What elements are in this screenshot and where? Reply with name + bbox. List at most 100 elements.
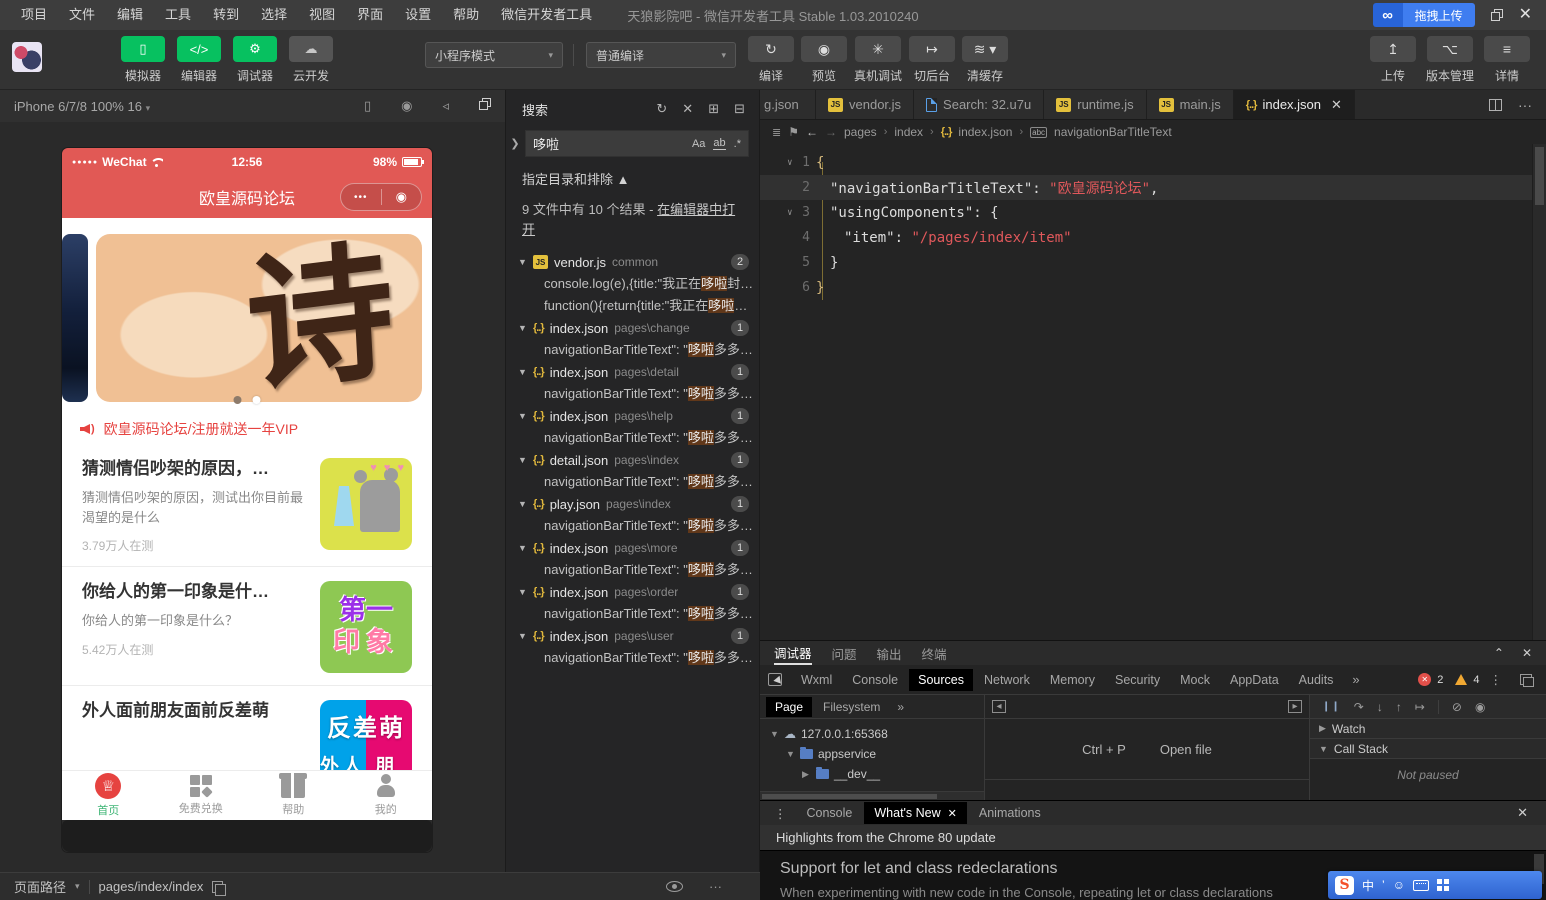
collapse-icon[interactable]: ⊟ xyxy=(734,101,745,117)
search-match-line[interactable]: navigationBarTitleText": "哆啦多多… xyxy=(506,339,759,361)
devtools-tab-network[interactable]: Network xyxy=(975,669,1039,691)
action-button-preview[interactable]: ◉ 预览 xyxy=(801,36,847,84)
debugger-tab[interactable]: 调试器 xyxy=(774,641,812,665)
editor-tab[interactable]: Search: 32.u7u xyxy=(914,90,1045,119)
search-result-file[interactable]: ▼ {..} index.json pages\detail 1 xyxy=(506,361,759,383)
record-icon[interactable]: ◉ xyxy=(401,98,412,114)
fold-icon[interactable]: ∨ xyxy=(787,158,797,168)
action-button-clear-cache[interactable]: ≋ ▾ 清缓存 xyxy=(962,36,1009,84)
sogou-logo-icon[interactable]: S xyxy=(1335,875,1354,895)
collapse-panel-icon[interactable]: ⌃ xyxy=(1494,646,1504,660)
sources-tab-filesystem[interactable]: Filesystem xyxy=(814,697,889,717)
more-icon[interactable]: ··· xyxy=(709,879,722,894)
banner-carousel[interactable]: 诗 xyxy=(62,218,432,414)
tree-item[interactable]: ▶ __dev__ xyxy=(760,764,984,784)
expand-replace-icon[interactable]: ❯ xyxy=(508,137,522,150)
forward-icon[interactable]: → xyxy=(825,125,837,139)
search-input[interactable]: 哆啦 Aa ab .* xyxy=(525,130,749,157)
editor-more-icon[interactable]: ··· xyxy=(1518,97,1532,113)
close-panel-icon[interactable]: ✕ xyxy=(1522,646,1532,660)
window-close-icon[interactable]: ✕ xyxy=(1519,7,1532,23)
menu-item[interactable]: 选择 xyxy=(250,0,298,30)
drawer-tab[interactable]: What's New ✕ xyxy=(864,802,967,824)
devtools-tab-console[interactable]: Console xyxy=(843,669,907,691)
test-card[interactable]: 你给人的第一印象是什… 你给人的第一印象是什么？ 5.42万人在测 第一 印象 xyxy=(62,567,432,685)
debugger-tab[interactable]: 问题 xyxy=(832,641,857,665)
ime-punctuation-icon[interactable]: ’ xyxy=(1382,878,1385,892)
open-file-label[interactable]: Open file xyxy=(1160,742,1212,757)
notice-bar[interactable]: ) 欧皇源码论坛/注册就送一年VIP xyxy=(62,414,432,444)
pane-left-icon[interactable]: ◂ xyxy=(992,700,1006,713)
editor-tab[interactable]: JS vendor.js xyxy=(816,90,915,119)
debugger-tab[interactable]: 终端 xyxy=(922,641,947,665)
step-icon[interactable]: ↦ xyxy=(1415,700,1425,714)
search-match-line[interactable]: navigationBarTitleText": "哆啦多多… xyxy=(506,647,759,669)
devtools-tab-security[interactable]: Security xyxy=(1106,669,1169,691)
menu-item[interactable]: 微信开发者工具 xyxy=(490,0,603,30)
device-selector[interactable]: iPhone 6/7/8 100% 16 ▾ xyxy=(14,99,150,114)
search-match-line[interactable]: navigationBarTitleText": "哆啦多多… xyxy=(506,471,759,493)
pause-on-exceptions-icon[interactable]: ◉ xyxy=(1475,700,1485,714)
banner-slide[interactable]: 诗 xyxy=(96,234,422,402)
open-in-editor-icon[interactable]: ⊞ xyxy=(708,101,719,117)
copy-path-icon[interactable] xyxy=(212,880,227,896)
sources-tab-page[interactable]: Page xyxy=(766,696,813,717)
menu-item[interactable]: 文件 xyxy=(58,0,106,30)
editor-tab[interactable]: JS runtime.js xyxy=(1044,90,1147,119)
devtools-tab-sources[interactable]: Sources xyxy=(909,668,973,691)
tab-item-free-exchange[interactable]: 免费兑换 xyxy=(155,771,248,820)
search-match-line[interactable]: navigationBarTitleText": "哆啦多多… xyxy=(506,559,759,581)
editor-scrollbar[interactable] xyxy=(1532,144,1546,640)
rotate-device-icon[interactable]: ▯ xyxy=(364,98,371,114)
sources-more-tabs-icon[interactable]: » xyxy=(891,700,910,714)
pause-icon[interactable]: ❙❙ xyxy=(1322,701,1341,712)
search-result-file[interactable]: ▼ {..} index.json pages\change 1 xyxy=(506,317,759,339)
undock-icon[interactable] xyxy=(1520,674,1534,687)
capsule-menu[interactable]: ••• ◉ xyxy=(340,183,422,211)
pane-right-icon[interactable]: ▸ xyxy=(1288,700,1302,713)
search-result-file[interactable]: ▼ {..} play.json pages\index 1 xyxy=(506,493,759,515)
warning-badge-icon[interactable] xyxy=(1455,674,1468,685)
match-case-icon[interactable]: Aa xyxy=(692,138,705,150)
devtools-menu-icon[interactable]: ⋮ xyxy=(1486,672,1507,687)
menu-item[interactable]: 工具 xyxy=(154,0,202,30)
search-result-file[interactable]: ▼ {..} detail.json pages\index 1 xyxy=(506,449,759,471)
search-match-line[interactable]: navigationBarTitleText": "哆啦多多… xyxy=(506,515,759,537)
devtools-tab-appdata[interactable]: AppData xyxy=(1221,669,1288,691)
close-icon[interactable]: ✕ xyxy=(1331,97,1342,113)
action-button-compile[interactable]: ↻ 编译 xyxy=(748,36,794,84)
search-result-file[interactable]: ▼ {..} index.json pages\order 1 xyxy=(506,581,759,603)
drawer-tab[interactable]: Animations xyxy=(969,802,1051,824)
search-match-line[interactable]: console.log(e),{title:"我正在哆啦封… xyxy=(506,273,759,295)
editor-tab[interactable]: JS main.js xyxy=(1146,90,1234,119)
toolbar-button-cloud-dev[interactable]: ☁ 云开发 xyxy=(286,36,336,84)
search-result-file[interactable]: ▼ {..} index.json pages\user 1 xyxy=(506,625,759,647)
ime-toolbar[interactable]: S 中 ’ ☺ xyxy=(1328,871,1542,899)
split-editor-icon[interactable] xyxy=(1489,98,1502,111)
ime-language-icon[interactable]: 中 xyxy=(1362,877,1374,894)
action-button-remote-debug[interactable]: ✳ 真机调试 xyxy=(854,36,902,84)
compile-mode-select[interactable]: 普通编译 ▾ xyxy=(586,42,736,68)
exit-icon[interactable]: ◉ xyxy=(382,189,422,205)
menu-item[interactable]: 帮助 xyxy=(442,0,490,30)
ime-keyboard-icon[interactable] xyxy=(1412,879,1429,891)
tree-item[interactable]: ▼ ☁ 127.0.0.1:65368 xyxy=(760,724,984,744)
back-icon[interactable]: ← xyxy=(806,125,818,139)
ime-toolbox-icon[interactable] xyxy=(1436,879,1449,891)
test-card[interactable]: 猜测情侣吵架的原因，… 猜测情侣吵架的原因，测试出你目前最渴望的是什么 3.79万人… xyxy=(62,444,432,566)
step-over-icon[interactable]: ↷ xyxy=(1354,700,1364,714)
menu-item[interactable]: 界面 xyxy=(346,0,394,30)
search-match-line[interactable]: navigationBarTitleText": "哆啦多多… xyxy=(506,383,759,405)
whole-word-icon[interactable]: ab xyxy=(713,137,726,150)
bookmark-icon[interactable]: ⚑ xyxy=(788,125,799,139)
search-match-line[interactable]: navigationBarTitleText": "哆啦多多… xyxy=(506,427,759,449)
toolbar-button-simulator[interactable]: ▯ 模拟器 xyxy=(118,36,168,84)
more-icon[interactable]: ••• xyxy=(341,192,381,203)
action-button-switch-background[interactable]: ↦ 切后台 xyxy=(909,36,956,84)
user-avatar[interactable] xyxy=(12,42,42,72)
devtools-tab-mock[interactable]: Mock xyxy=(1171,669,1219,691)
deactivate-breakpoints-icon[interactable]: ⊘ xyxy=(1452,700,1462,714)
tab-item-mine[interactable]: 我的 xyxy=(340,771,433,820)
error-badge-icon[interactable]: ✕ xyxy=(1418,673,1432,686)
menu-item[interactable]: 编辑 xyxy=(106,0,154,30)
